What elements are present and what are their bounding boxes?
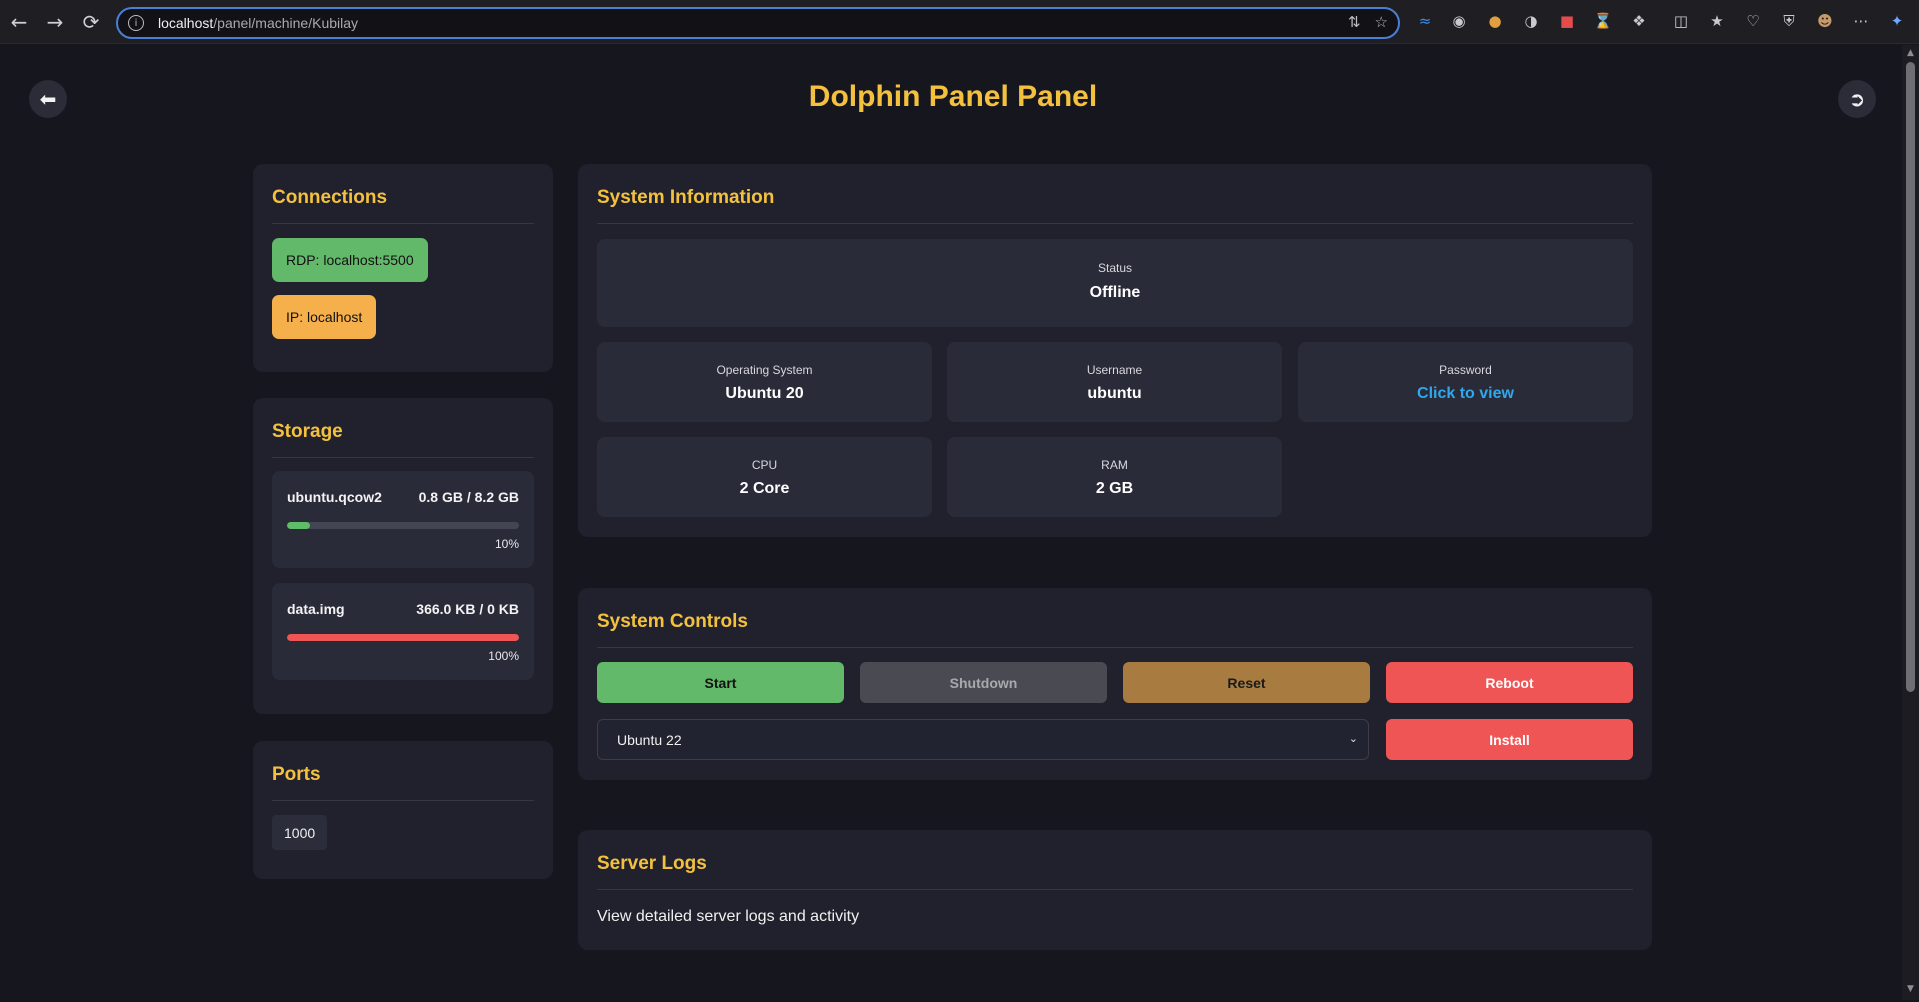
system-info-title: System Information — [597, 187, 775, 208]
password-reveal-link[interactable]: Click to view — [1298, 385, 1633, 403]
storage-card: Storage ubuntu.qcow2 0.8 GB / 8.2 GB 10%… — [253, 398, 553, 714]
os-box: Operating System Ubuntu 20 — [597, 342, 932, 422]
storage-percent: 100% — [488, 649, 519, 663]
connections-divider — [272, 223, 534, 224]
ram-label: RAM — [1101, 458, 1128, 472]
url-host: localhost — [158, 15, 214, 31]
system-info-card: System Information Status Offline Operat… — [578, 164, 1652, 537]
extensions-puzzle-icon[interactable]: ❖ — [1628, 10, 1650, 32]
storage-progress-fill — [287, 522, 311, 529]
connections-card: Connections RDP: localhost:5500 IP: loca… — [253, 164, 553, 372]
shutdown-button[interactable]: Shutdown — [860, 662, 1107, 703]
username-value: ubuntu — [1087, 385, 1142, 402]
storage-size: 366.0 KB / 0 KB — [416, 601, 519, 617]
os-value: Ubuntu 20 — [725, 385, 804, 402]
scrollbar-thumb[interactable] — [1906, 62, 1915, 692]
browser-reload-icon[interactable]: ⟳ — [74, 5, 108, 39]
read-aloud-icon[interactable]: ⇅ — [1348, 13, 1361, 31]
extension-color-icon[interactable]: ◑ — [1520, 10, 1542, 32]
status-label: Status — [1097, 261, 1133, 275]
browser-back-icon[interactable]: ← — [2, 5, 36, 39]
reboot-button[interactable]: Reboot — [1386, 662, 1633, 703]
scroll-up-icon[interactable]: ▲ — [1905, 48, 1916, 59]
address-text: localhost/panel/machine/Kubilay — [158, 15, 358, 31]
extension-hourglass-icon[interactable]: ⌛ — [1592, 10, 1614, 32]
password-label: Password — [1439, 363, 1492, 377]
url-path: /panel/machine/Kubilay — [213, 15, 359, 31]
storage-percent: 10% — [494, 537, 519, 551]
ram-value: 2 GB — [1095, 480, 1134, 497]
site-info-icon[interactable]: i — [128, 15, 144, 31]
storage-size: 0.8 GB / 8.2 GB — [418, 489, 519, 505]
storage-divider — [272, 457, 534, 458]
ram-box: RAM 2 GB — [947, 437, 1282, 517]
cpu-box: CPU 2 Core — [597, 437, 932, 517]
extension-badge-icon[interactable]: ■ — [1556, 10, 1578, 32]
browser-health-icon[interactable]: ♡ — [1742, 10, 1764, 32]
storage-name: ubuntu.qcow2 — [287, 489, 382, 505]
os-select[interactable]: Ubuntu 22 ⌄ — [597, 719, 1369, 760]
username-box: Username ubuntu — [947, 342, 1282, 422]
more-menu-icon[interactable]: ⋯ — [1850, 10, 1872, 32]
server-logs-divider — [597, 889, 1633, 890]
status-box: Status Offline — [597, 239, 1633, 327]
os-select-value: Ubuntu 22 — [617, 731, 682, 748]
extension-glasses-icon[interactable]: ◉ — [1448, 10, 1470, 32]
extension-wave-icon[interactable]: ≈ — [1414, 10, 1436, 32]
storage-item: data.img 366.0 KB / 0 KB 100% — [272, 583, 534, 680]
cpu-label: CPU — [751, 458, 778, 472]
os-label: Operating System — [716, 363, 813, 377]
username-label: Username — [1086, 363, 1143, 377]
ports-card: Ports 1000 — [253, 741, 553, 879]
browser-forward-icon[interactable]: → — [38, 5, 72, 39]
password-box: Password Click to view — [1298, 342, 1633, 422]
address-bar[interactable]: i localhost/panel/machine/Kubilay ⇅ ☆ — [116, 7, 1400, 39]
storage-progress-track — [287, 522, 519, 529]
port-chip: 1000 — [272, 815, 328, 850]
scroll-down-icon[interactable]: ▼ — [1905, 984, 1916, 995]
browser-shield-icon[interactable]: ⛨ — [1778, 10, 1800, 32]
extension-cookie-icon[interactable]: ● — [1484, 10, 1506, 32]
page-title: Dolphin Panel Panel — [808, 80, 1098, 113]
storage-progress-fill — [287, 634, 519, 641]
cpu-value: 2 Core — [739, 480, 790, 497]
server-logs-card[interactable]: Server Logs View detailed server logs an… — [578, 830, 1652, 950]
start-button[interactable]: Start — [597, 662, 844, 703]
favorite-star-icon[interactable]: ☆ — [1375, 13, 1388, 31]
system-controls-card: System Controls Start Shutdown Reset Reb… — [578, 588, 1652, 780]
storage-item: ubuntu.qcow2 0.8 GB / 8.2 GB 10% — [272, 471, 534, 568]
split-screen-icon[interactable]: ◫ — [1670, 10, 1692, 32]
ports-divider — [272, 800, 534, 801]
install-button[interactable]: Install — [1386, 719, 1633, 760]
connections-title: Connections — [272, 187, 388, 208]
profile-avatar-icon[interactable]: ☻ — [1814, 10, 1836, 32]
storage-title: Storage — [272, 421, 343, 442]
server-logs-title: Server Logs — [597, 853, 707, 874]
ip-connection-badge[interactable]: IP: localhost — [272, 295, 377, 339]
chevron-down-icon: ⌄ — [1348, 732, 1358, 745]
status-value: Offline — [1089, 284, 1141, 301]
system-controls-divider — [597, 647, 1633, 648]
reset-button[interactable]: Reset — [1123, 662, 1370, 703]
system-controls-title: System Controls — [597, 611, 748, 632]
favorites-icon[interactable]: ★ — [1706, 10, 1728, 32]
system-info-divider — [597, 223, 1633, 224]
copilot-icon[interactable]: ✦ — [1886, 10, 1908, 32]
browser-toolbar: ← → ⟳ i localhost/panel/machine/Kubilay … — [0, 0, 1919, 44]
storage-progress-track — [287, 634, 519, 641]
ports-title: Ports — [272, 764, 321, 785]
storage-name: data.img — [287, 601, 345, 617]
server-logs-description: View detailed server logs and activity — [597, 908, 860, 925]
rdp-connection-badge[interactable]: RDP: localhost:5500 — [272, 238, 428, 282]
